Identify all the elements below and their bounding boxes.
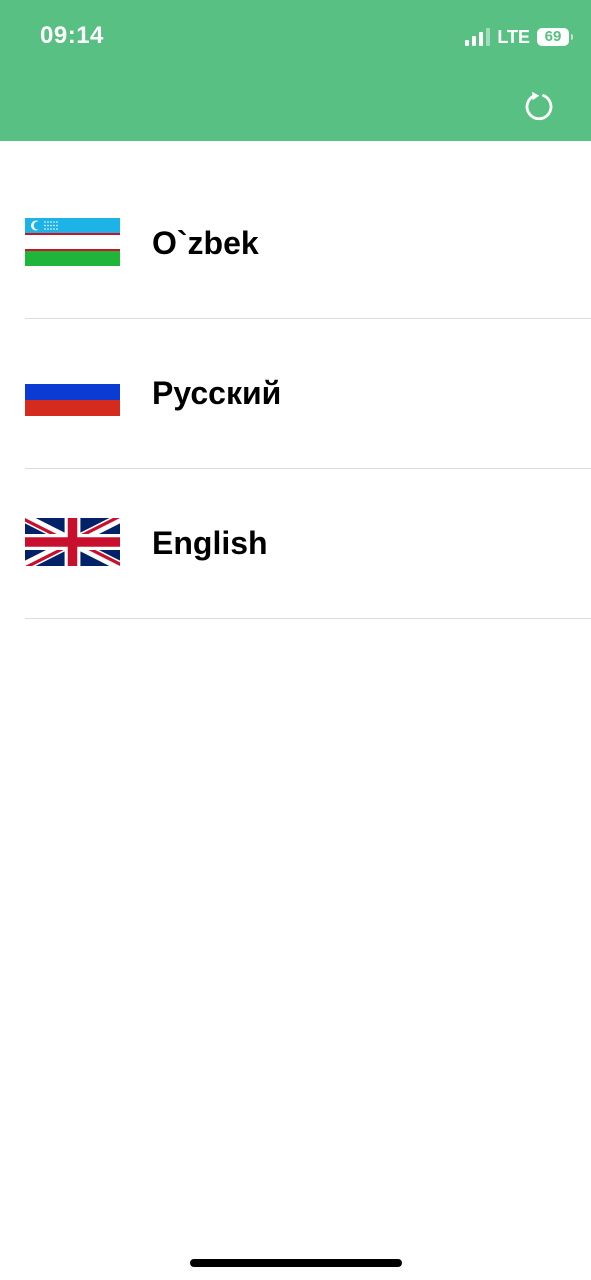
refresh-icon [525,91,553,121]
status-indicators: LTE 69 [465,24,573,50]
refresh-button[interactable] [520,87,558,125]
battery-level: 69 [544,28,562,45]
uzbekistan-flag-icon [25,218,120,266]
russia-flag-icon [25,368,120,416]
language-label: English [152,525,268,561]
app-header: 09:14 LTE 69 [0,0,591,141]
divider [25,618,591,619]
language-label: O`zbek [152,225,259,261]
language-item-uzbek[interactable]: O`zbek [0,169,591,319]
signal-strength-icon [465,28,491,46]
uk-flag-icon [25,518,120,566]
language-list: O`zbek Русский English [0,169,591,619]
battery-icon: 69 [537,28,573,46]
status-time: 09:14 [40,22,104,49]
language-item-russian[interactable]: Русский [0,319,591,469]
language-label: Русский [152,375,282,411]
home-indicator[interactable] [190,1259,402,1267]
language-item-english[interactable]: English [0,469,591,619]
network-type: LTE [497,26,530,47]
